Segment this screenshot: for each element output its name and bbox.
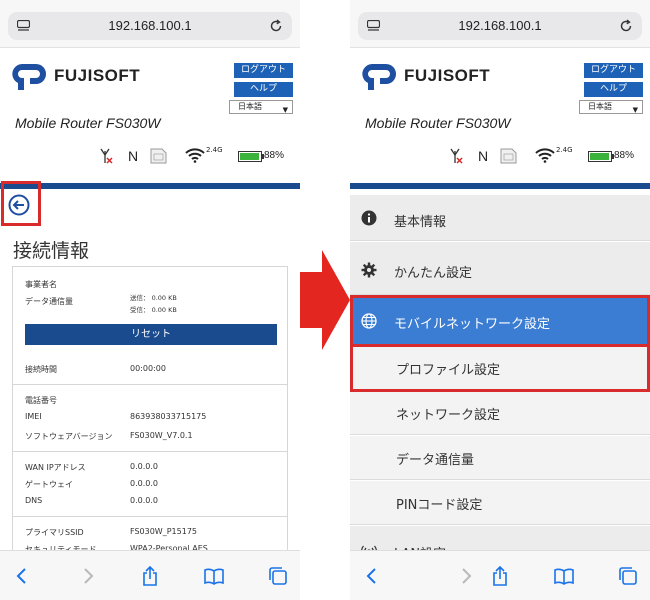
sent-value: 送信： 0.00 KB: [130, 294, 177, 302]
url-text: 192.168.100.1: [458, 18, 542, 33]
reset-button[interactable]: リセット: [25, 324, 277, 345]
chevron-down-icon: ▼: [632, 106, 638, 114]
logo-text: FUJISOFT: [54, 66, 141, 85]
reload-icon[interactable]: [269, 19, 283, 33]
browser-top-bar: 192.168.100.1: [350, 0, 650, 48]
bookmarks-icon[interactable]: [204, 566, 224, 586]
chevron-right-icon[interactable]: [456, 566, 476, 586]
menu-item-label: かんたん設定: [394, 266, 473, 281]
model-name: Mobile Router FS030W: [365, 115, 511, 131]
wan-ip-value: 0.0.0.0: [130, 462, 158, 471]
antenna-off-icon: [450, 148, 463, 164]
address-bar[interactable]: 192.168.100.1: [8, 12, 292, 40]
header-divider: [350, 183, 650, 189]
info-icon: [361, 210, 377, 226]
status-bar: N 2.4G 88%: [0, 144, 300, 166]
sim-icon: [500, 148, 517, 164]
globe-icon: [361, 313, 377, 329]
address-bar[interactable]: 192.168.100.1: [358, 12, 642, 40]
ssid-value: FS030W_P15175: [130, 527, 197, 536]
wifi-icon: [535, 148, 555, 163]
conn-time-value: 00:00:00: [130, 364, 166, 373]
fujisoft-logo-icon: [12, 64, 46, 90]
menu-item-basic-info[interactable]: 基本情報: [350, 195, 650, 241]
help-button[interactable]: ヘルプ: [234, 82, 293, 97]
dns-label: DNS: [25, 496, 43, 505]
gear-icon: [361, 262, 377, 278]
menu-item-mobile-network[interactable]: モバイルネットワーク設定: [350, 296, 650, 345]
model-name: Mobile Router FS030W: [15, 115, 161, 131]
wan-ip-label: WAN IPアドレス: [25, 463, 86, 472]
logout-button[interactable]: ログアウト: [234, 63, 293, 78]
header-divider: [0, 183, 300, 189]
share-icon[interactable]: [490, 566, 510, 586]
menu-item-label: ネットワーク設定: [396, 408, 501, 423]
left-phone-screen: 192.168.100.1 FUJISOFT ログアウト ヘルプ 日本語 ▼ Mo…: [0, 0, 300, 600]
browser-bottom-toolbar: [0, 550, 300, 600]
sw-version-value: FS030W_V7.0.1: [130, 431, 193, 440]
battery-icon: [238, 151, 264, 162]
conn-time-label: 接続時間: [25, 365, 57, 374]
menu-item-label: データ通信量: [396, 453, 475, 468]
network-type: N: [128, 148, 139, 164]
received-value: 受信： 0.00 KB: [130, 306, 177, 314]
wifi-band: 2.4G: [556, 146, 573, 154]
url-text: 192.168.100.1: [108, 18, 192, 33]
share-icon[interactable]: [140, 566, 160, 586]
wifi-band: 2.4G: [206, 146, 223, 154]
reload-icon[interactable]: [619, 19, 633, 33]
bookmarks-icon[interactable]: [554, 566, 574, 586]
imei-label: IMEI: [25, 412, 42, 421]
battery-percent: 88%: [614, 150, 635, 161]
wifi-icon: [185, 148, 205, 163]
network-type: N: [478, 148, 489, 164]
antenna-off-icon: [100, 148, 113, 164]
language-value: 日本語: [238, 102, 262, 111]
battery-icon: [588, 151, 614, 162]
menu-item-label: 基本情報: [394, 215, 447, 230]
menu-item-network[interactable]: ネットワーク設定: [350, 392, 650, 435]
logout-button[interactable]: ログアウト: [584, 63, 643, 78]
divider: [12, 451, 288, 452]
menu-item-label: PINコード設定: [396, 498, 483, 513]
ssid-label: プライマリSSID: [25, 528, 84, 537]
big-red-arrow: [300, 250, 350, 350]
back-button-highlight: [1, 181, 41, 226]
divider: [12, 384, 288, 385]
chevron-left-icon[interactable]: [362, 566, 382, 586]
data-usage-label: データ通信量: [25, 297, 73, 306]
page-title: 接続情報: [13, 240, 90, 262]
menu-item-pin[interactable]: PINコード設定: [350, 481, 650, 525]
menu-item-label: プロファイル設定: [396, 363, 501, 378]
operator-label: 事業者名: [25, 280, 57, 289]
fujisoft-logo-icon: [362, 64, 396, 90]
dns-value: 0.0.0.0: [130, 496, 158, 505]
chevron-down-icon: ▼: [282, 106, 288, 114]
menu-item-data-usage[interactable]: データ通信量: [350, 436, 650, 480]
language-select[interactable]: 日本語 ▼: [229, 100, 293, 114]
chevron-right-icon[interactable]: [78, 566, 98, 586]
status-bar: N 2.4G 88%: [350, 144, 650, 166]
sim-icon: [150, 148, 167, 164]
menu-item-profile[interactable]: プロファイル設定: [350, 345, 650, 391]
logo-text: FUJISOFT: [404, 66, 491, 85]
language-value: 日本語: [588, 102, 612, 111]
imei-value: 863938033715175: [130, 412, 207, 421]
menu-item-label: モバイルネットワーク設定: [394, 317, 551, 332]
divider: [12, 516, 288, 517]
menu-item-easy-setup[interactable]: かんたん設定: [350, 242, 650, 295]
browser-top-bar: 192.168.100.1: [0, 0, 300, 48]
help-button[interactable]: ヘルプ: [584, 82, 643, 97]
chevron-left-icon[interactable]: [12, 566, 32, 586]
battery-percent: 88%: [264, 150, 285, 161]
right-phone-screen: 192.168.100.1 FUJISOFT ログアウト ヘルプ 日本語 ▼ Mo…: [350, 0, 650, 600]
language-select[interactable]: 日本語 ▼: [579, 100, 643, 114]
gateway-label: ゲートウェイ: [25, 480, 73, 489]
browser-bottom-toolbar: [350, 550, 650, 600]
gateway-value: 0.0.0.0: [130, 479, 158, 488]
sw-version-label: ソフトウェアバージョン: [25, 432, 113, 441]
tabs-icon[interactable]: [618, 566, 638, 586]
phone-label: 電話番号: [25, 396, 57, 405]
tabs-icon[interactable]: [268, 566, 288, 586]
